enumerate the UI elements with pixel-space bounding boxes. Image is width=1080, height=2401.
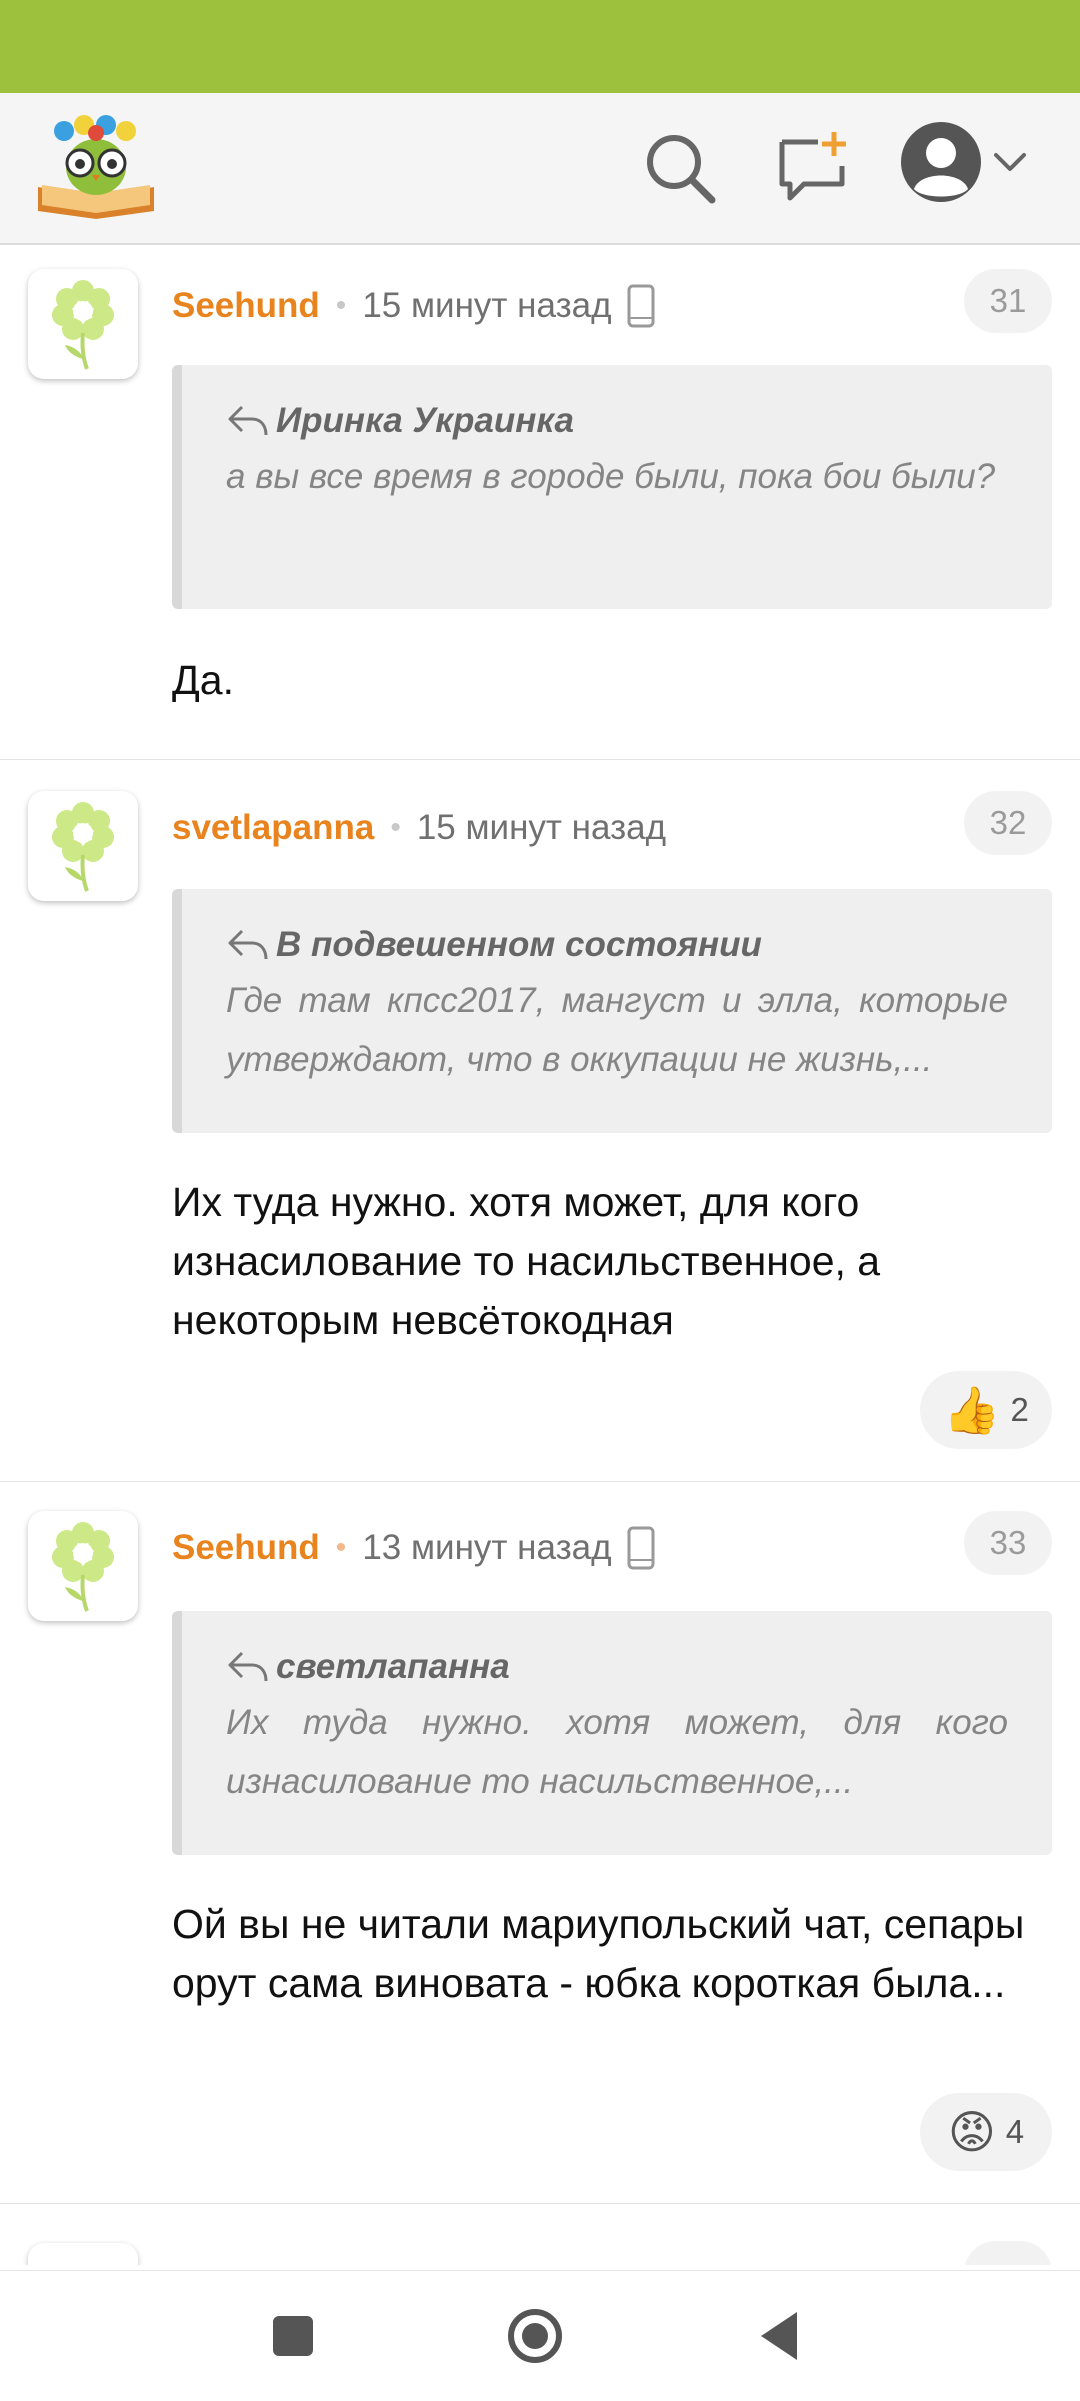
comment-item: svetlapanna • 15 минут назад 32 В подвеш… bbox=[0, 759, 1080, 1482]
comment-number[interactable]: 32 bbox=[964, 791, 1052, 855]
avatar[interactable] bbox=[28, 791, 138, 901]
comments-feed: Seehund • 15 минут назад 31 Иринка Украи… bbox=[0, 245, 1080, 2265]
separator-dot: • bbox=[335, 289, 347, 322]
flower-avatar-icon bbox=[52, 280, 114, 370]
author-name[interactable]: svetlapanna bbox=[172, 808, 374, 848]
separator-dot: • bbox=[335, 1531, 347, 1564]
timestamp: 13 минут назад bbox=[362, 1528, 612, 1567]
comment-number[interactable] bbox=[964, 2241, 1052, 2265]
author-name[interactable]: Seehund bbox=[172, 1528, 320, 1568]
angry-face-icon: 😡 bbox=[947, 2106, 996, 2158]
status-bar bbox=[0, 0, 1080, 93]
reply-arrow-icon bbox=[228, 1651, 268, 1682]
author-name[interactable]: Seehund bbox=[172, 286, 320, 326]
comment-text: Да. bbox=[172, 657, 234, 703]
separator-dot: • bbox=[390, 811, 401, 844]
quote-text: Их туда нужно. хотя может, для кого изна… bbox=[226, 1703, 1008, 1801]
thumbs-up-icon: 👍 bbox=[943, 1384, 1001, 1436]
mobile-device-icon bbox=[627, 284, 654, 328]
quote-author-name: светлапанна bbox=[276, 1647, 510, 1686]
back-button[interactable] bbox=[755, 2306, 805, 2366]
search-icon[interactable] bbox=[640, 128, 720, 208]
quote-author: Иринка Украинка bbox=[226, 401, 1008, 441]
comment-meta: Seehund • 13 минут назад bbox=[172, 1523, 656, 1573]
comment-item: Seehund • 15 минут назад 31 Иринка Украи… bbox=[0, 245, 1080, 760]
app-header bbox=[0, 93, 1080, 245]
flower-avatar-icon bbox=[52, 802, 114, 892]
next-comment-partial bbox=[0, 2235, 1080, 2265]
chevron-down-icon[interactable] bbox=[990, 147, 1030, 177]
comment-number[interactable]: 31 bbox=[964, 269, 1052, 333]
quote-author-name: В подвешенном состоянии bbox=[276, 925, 762, 964]
flower-avatar-icon bbox=[52, 1522, 114, 1612]
quote-text: а вы все время в городе были, пока бои б… bbox=[226, 457, 996, 496]
comment-text: Их туда нужно. хотя может, для кого изна… bbox=[172, 1179, 881, 1343]
timestamp: 15 минут назад bbox=[362, 286, 612, 325]
avatar[interactable] bbox=[28, 269, 138, 379]
reaction-count: 2 bbox=[1010, 1391, 1029, 1428]
reaction-badge[interactable]: 😡 4 bbox=[920, 2093, 1052, 2171]
quote-block[interactable]: светлапанна Их туда нужно. хотя может, д… bbox=[172, 1611, 1052, 1855]
reply-arrow-icon bbox=[228, 929, 268, 960]
owl-book-logo[interactable] bbox=[34, 109, 158, 219]
comment-meta: svetlapanna • 15 минут назад bbox=[172, 803, 666, 853]
quote-block[interactable]: В подвешенном состоянии Где там кпсс2017… bbox=[172, 889, 1052, 1133]
reaction-count: 4 bbox=[1005, 2113, 1025, 2150]
recents-button[interactable] bbox=[268, 2306, 318, 2366]
comment-text: Ой вы не читали мариупольский чат, сепар… bbox=[172, 1901, 1025, 2006]
android-nav-bar bbox=[0, 2270, 1080, 2401]
home-button[interactable] bbox=[505, 2306, 565, 2366]
quote-block[interactable]: Иринка Украинка а вы все время в городе … bbox=[172, 365, 1052, 609]
avatar[interactable] bbox=[28, 1511, 138, 1621]
timestamp: 15 минут назад bbox=[416, 808, 667, 847]
quote-text: Где там кпсс2017, мангуст и элла, которы… bbox=[226, 981, 1008, 1079]
comment-meta: Seehund • 15 минут назад bbox=[172, 281, 656, 331]
comment-number[interactable]: 33 bbox=[964, 1511, 1052, 1575]
reply-arrow-icon bbox=[228, 405, 268, 436]
mobile-device-icon bbox=[627, 1526, 654, 1570]
quote-author-name: Иринка Украинка bbox=[276, 401, 574, 440]
reaction-badge[interactable]: 👍 2 bbox=[920, 1371, 1052, 1449]
quote-author: светлапанна bbox=[226, 1647, 1008, 1687]
comment-item: Seehund • 13 минут назад 33 светлапанна … bbox=[0, 1481, 1080, 2204]
user-avatar-icon[interactable] bbox=[898, 119, 984, 205]
avatar[interactable] bbox=[28, 2243, 138, 2265]
quote-author: В подвешенном состоянии bbox=[226, 925, 1008, 965]
new-message-icon[interactable] bbox=[772, 128, 852, 208]
